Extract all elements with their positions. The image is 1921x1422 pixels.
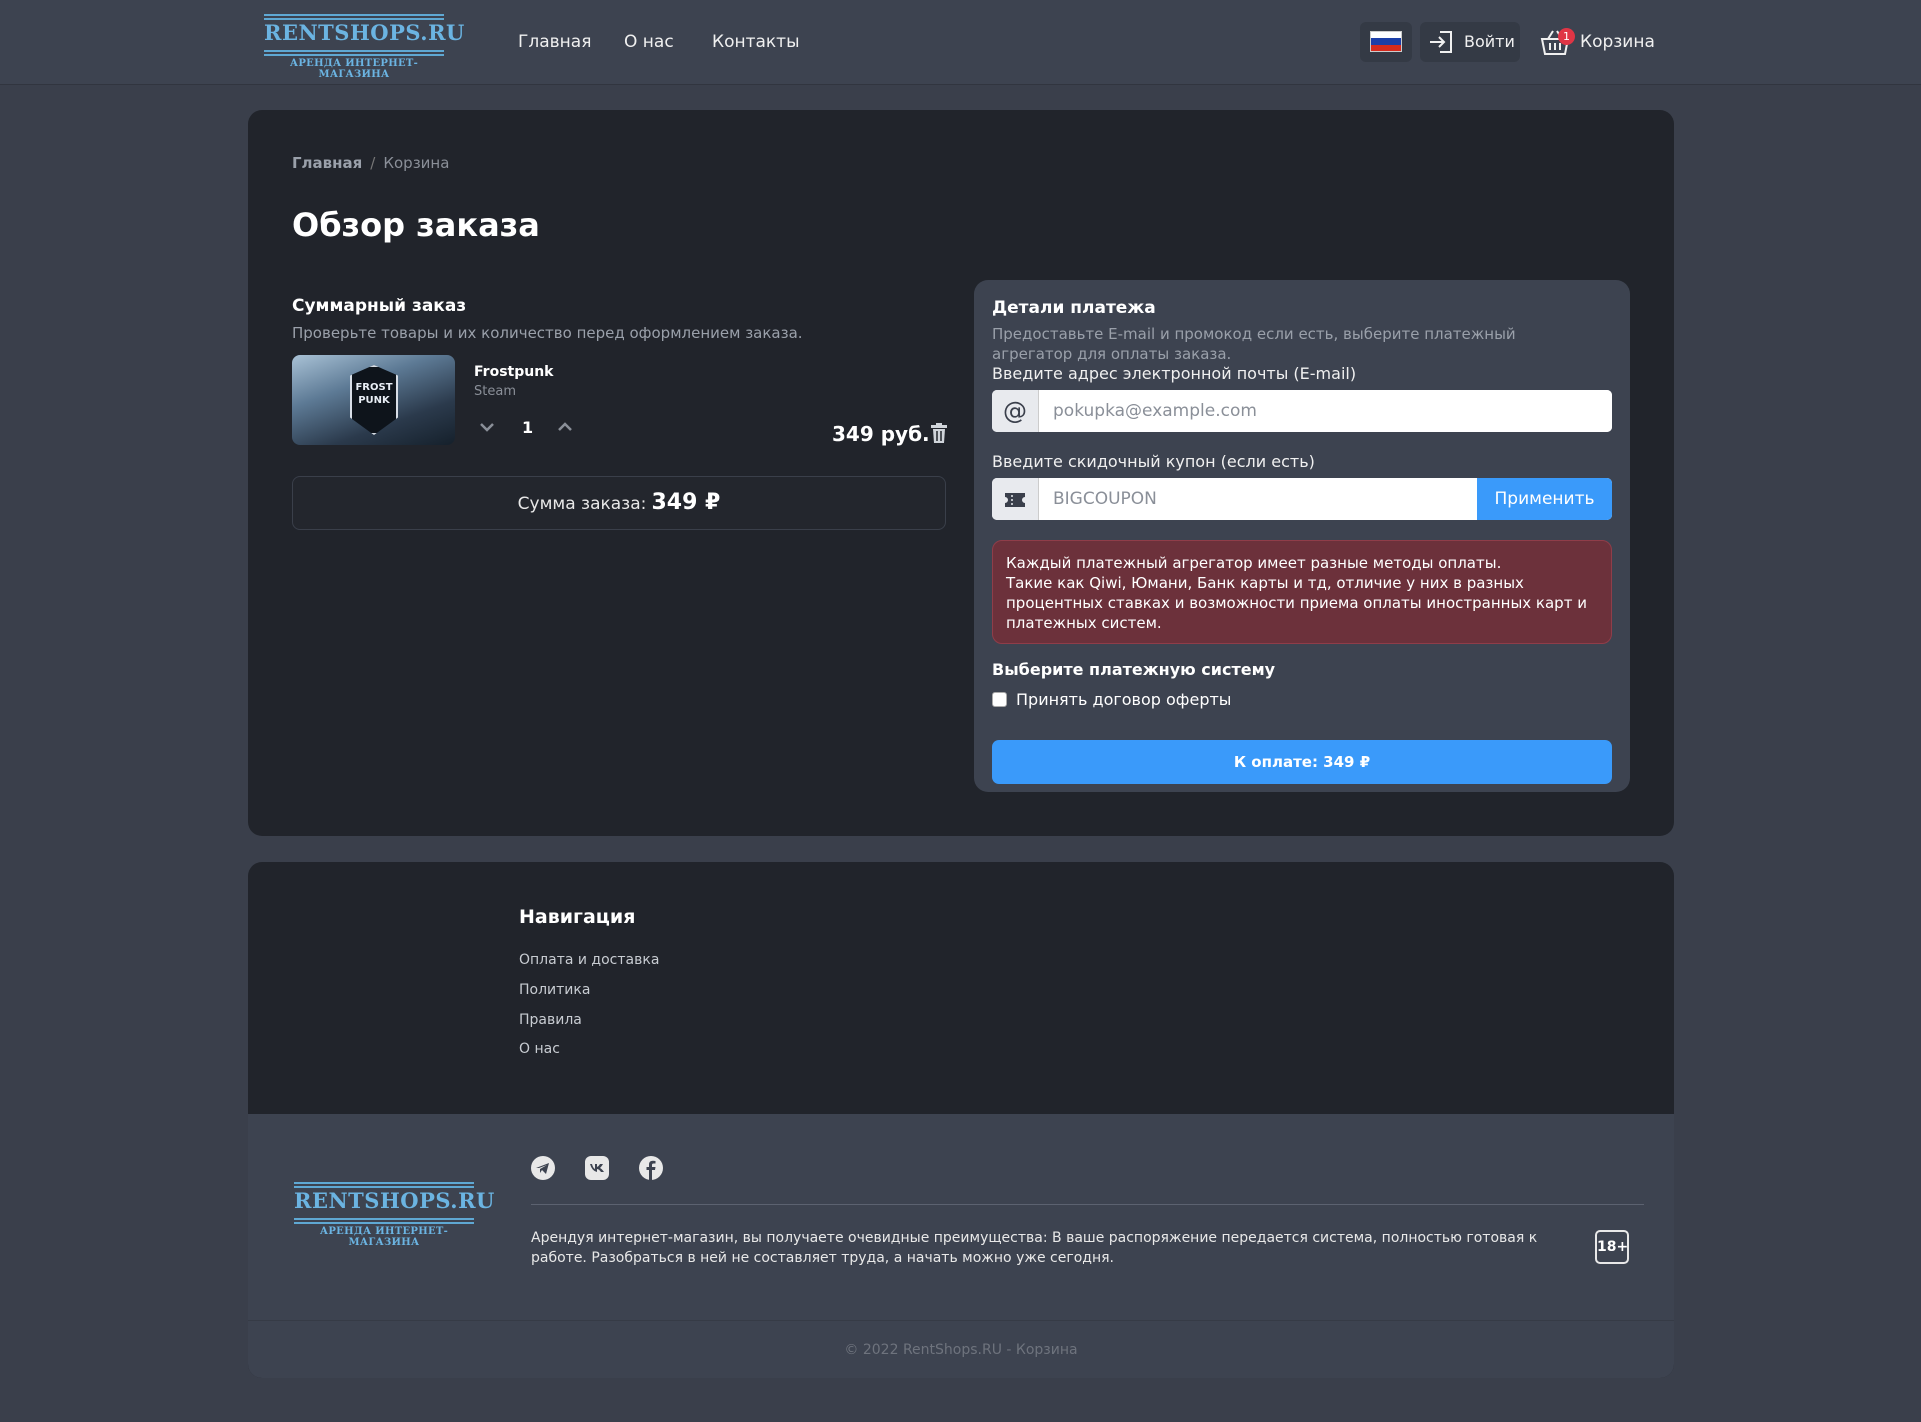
age-rating-badge: 18+	[1595, 1230, 1629, 1264]
breadcrumb: Главная / Корзина	[292, 154, 449, 172]
logo-title: RENTSHOPS.RU	[294, 1188, 495, 1213]
site-logo[interactable]: RENTSHOPS.RU АРЕНДА ИНТЕРНЕТ-МАГАЗИНА	[264, 14, 465, 80]
footer-link-payment[interactable]: Оплата и доставка	[519, 952, 659, 968]
logo-subtitle: АРЕНДА ИНТЕРНЕТ-МАГАЗИНА	[319, 1226, 449, 1248]
payment-title: Детали платежа	[992, 298, 1156, 318]
nav-link-contacts[interactable]: Контакты	[712, 32, 800, 52]
quantity-value: 1	[522, 418, 534, 437]
logo-line	[264, 50, 444, 56]
nav-link-about[interactable]: О нас	[624, 32, 674, 52]
pay-button[interactable]: К оплате: 349 ₽	[992, 740, 1612, 784]
summary-title: Суммарный заказ	[292, 296, 467, 316]
order-total-value: 349 ₽	[651, 490, 721, 515]
quantity-decrease-icon[interactable]	[476, 416, 498, 438]
language-button[interactable]	[1360, 22, 1412, 62]
footer-nav-title: Навигация	[519, 906, 636, 928]
email-label: Введите адрес электронной почты (E-mail)	[992, 364, 1357, 383]
product-name[interactable]: Frostpunk	[474, 364, 553, 380]
alert-text-line2: Такие как Qiwi, Юмани, Банк карты и тд, …	[1006, 574, 1587, 632]
vk-icon[interactable]	[585, 1156, 609, 1180]
quantity-increase-icon[interactable]	[554, 416, 576, 438]
offer-checkbox[interactable]	[992, 692, 1007, 707]
site-header: RENTSHOPS.RU АРЕНДА ИНТЕРНЕТ-МАГАЗИНА Гл…	[0, 0, 1921, 84]
footer-divider	[248, 1320, 1674, 1321]
login-button[interactable]: Войти	[1420, 22, 1520, 62]
payment-subtitle: Предоставьте E-mail и промокод если есть…	[992, 325, 1516, 363]
page-title: Обзор заказа	[292, 206, 540, 244]
coupon-label: Введите скидочный купон (если есть)	[992, 452, 1315, 471]
order-total: Сумма заказа: 349 ₽	[292, 476, 946, 530]
telegram-icon[interactable]	[531, 1156, 555, 1180]
russia-flag-icon	[1370, 31, 1402, 52]
coupon-input[interactable]	[1039, 478, 1477, 520]
nav-link-home[interactable]: Главная	[518, 32, 591, 52]
product-price: 349 руб.	[832, 422, 930, 446]
email-field: @	[992, 390, 1612, 432]
facebook-icon[interactable]	[639, 1156, 663, 1180]
footer-bottom: RENTSHOPS.RU АРЕНДА ИНТЕРНЕТ-МАГАЗИНА Ар…	[248, 1114, 1674, 1378]
footer-link-about[interactable]: О нас	[519, 1041, 560, 1057]
copyright-text: © 2022 RentShops.RU - Корзина	[844, 1342, 1078, 1358]
alert-text-line1: Каждый платежный агрегатор имеет разные …	[1006, 554, 1502, 572]
cart-label: Корзина	[1580, 32, 1655, 52]
footer-logo[interactable]: RENTSHOPS.RU АРЕНДА ИНТЕРНЕТ-МАГАЗИНА	[294, 1182, 495, 1248]
logo-line	[294, 1218, 474, 1224]
login-icon	[1430, 31, 1452, 53]
at-icon: @	[992, 390, 1039, 432]
trash-icon[interactable]	[930, 423, 948, 443]
breadcrumb-current: Корзина	[383, 154, 450, 172]
offer-label[interactable]: Принять договор оферты	[1016, 690, 1231, 709]
logo-subtitle: АРЕНДА ИНТЕРНЕТ-МАГАЗИНА	[289, 58, 419, 80]
payment-system-title: Выберите платежную систему	[992, 660, 1276, 679]
summary-subtitle: Проверьте товары и их количество перед о…	[292, 324, 803, 342]
site-footer: Навигация Оплата и доставка Политика Пра…	[248, 862, 1674, 1378]
breadcrumb-home[interactable]: Главная	[292, 154, 362, 172]
cart-button[interactable]: 1 Корзина	[1538, 22, 1658, 62]
footer-divider	[531, 1204, 1644, 1205]
footer-link-rules[interactable]: Правила	[519, 1012, 582, 1028]
footer-description: Арендуя интернет-магазин, вы получаете о…	[531, 1230, 1538, 1266]
payment-panel: Детали платежа Предоставьте E-mail и про…	[974, 280, 1630, 792]
breadcrumb-separator: /	[370, 154, 376, 172]
product-platform: Steam	[474, 384, 516, 399]
ticket-icon	[992, 478, 1039, 520]
logo-title: RENTSHOPS.RU	[264, 20, 465, 45]
email-input[interactable]	[1039, 390, 1612, 432]
cart-count-badge: 1	[1558, 28, 1575, 45]
coupon-field: Применить	[992, 478, 1612, 520]
product-image-text: FROST PUNK	[355, 382, 393, 406]
login-label: Войти	[1464, 32, 1515, 51]
apply-coupon-button[interactable]: Применить	[1477, 478, 1612, 520]
payment-info-alert: Каждый платежный агрегатор имеет разные …	[992, 540, 1612, 644]
order-total-label: Сумма заказа:	[517, 494, 647, 514]
order-card: Главная / Корзина Обзор заказа Суммарный з…	[248, 110, 1674, 836]
product-image: FROST PUNK	[292, 355, 455, 445]
footer-link-policy[interactable]: Политика	[519, 982, 590, 998]
